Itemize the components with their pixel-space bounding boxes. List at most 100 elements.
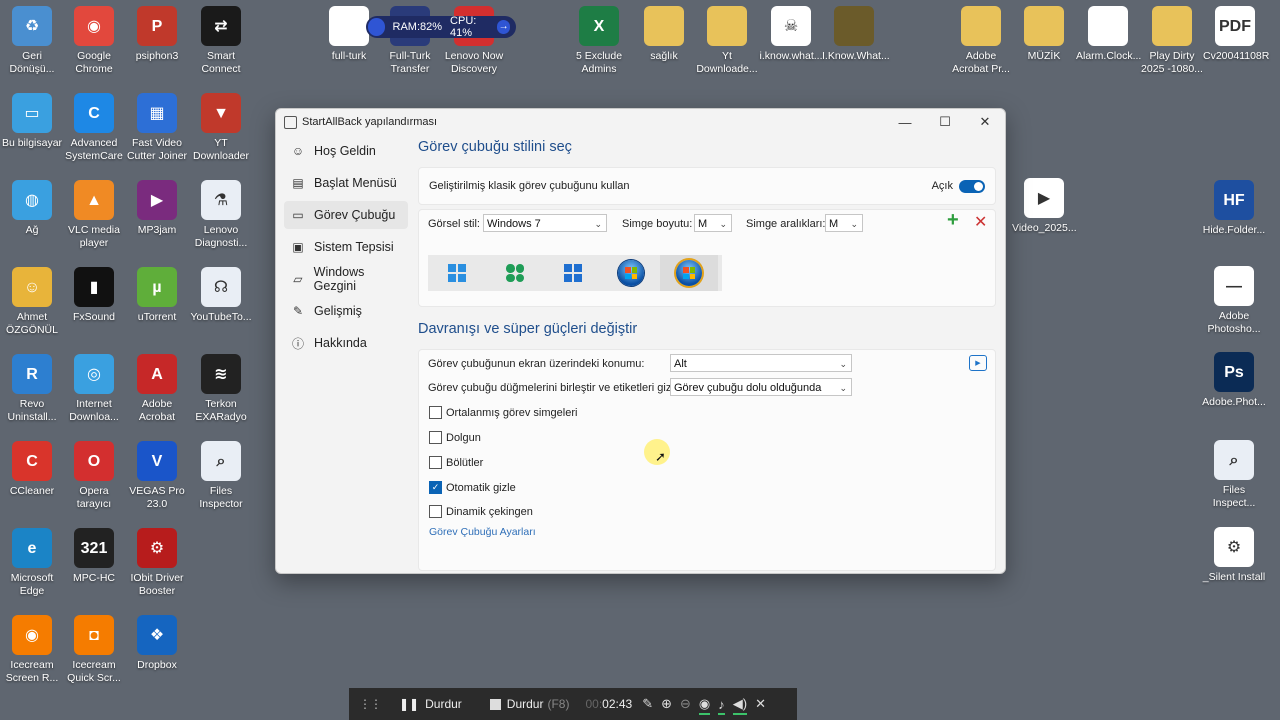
- desktop-icon[interactable]: ▶ MP3jam: [125, 180, 189, 237]
- checkbox-row[interactable]: Dinamik çekingen: [429, 505, 533, 518]
- sidebar-item-info[interactable]: ⓘ Hakkında: [284, 329, 408, 357]
- stop-button[interactable]: Durdur (F8): [489, 697, 569, 711]
- desktop-icon[interactable]: ◍ Ağ: [0, 180, 64, 237]
- pause-button[interactable]: ❚❚ Durdur: [399, 697, 462, 711]
- desktop-icon[interactable]: — Adobe Photosho...: [1202, 266, 1266, 336]
- desktop-icon[interactable]: PDF Cv20041108R: [1203, 6, 1269, 63]
- checkbox-unchecked[interactable]: [429, 406, 442, 419]
- checkbox-checked[interactable]: ✓: [429, 481, 442, 494]
- desktop-icon[interactable]: Adobe Acrobat Pr...: [949, 6, 1013, 76]
- desktop-icon[interactable]: Yt Downloade...: [695, 6, 759, 76]
- checkbox-unchecked[interactable]: [429, 456, 442, 469]
- desktop-icon[interactable]: C Advanced SystemCare: [62, 93, 126, 163]
- checkbox-row[interactable]: Ortalanmış görev simgeleri: [429, 406, 577, 419]
- visual-style-select[interactable]: Windows 7 ⌄: [483, 214, 607, 232]
- section-title-style: Görev çubuğu stilini seç: [418, 139, 572, 155]
- checkbox-row[interactable]: Dolgun: [429, 431, 481, 444]
- position-select[interactable]: Alt ⌄: [670, 354, 852, 372]
- desktop-icon[interactable]: sağlık: [632, 6, 696, 63]
- desktop-icon[interactable]: O Opera tarayıcı: [62, 441, 126, 511]
- desktop-icon[interactable]: ☊ YouTubeTo...: [189, 267, 253, 324]
- taskbar-settings-link[interactable]: Görev Çubuğu Ayarları: [429, 526, 536, 538]
- desktop-icon[interactable]: ⚙ _Silent Install: [1202, 527, 1266, 584]
- sidebar-item-start-menu[interactable]: ▤ Başlat Menüsü: [284, 169, 408, 197]
- maximize-button[interactable]: ☐: [925, 109, 965, 135]
- sidebar-item-wrench[interactable]: ✎ Gelişmiş: [284, 297, 408, 325]
- desktop-icon[interactable]: ⌕ Files Inspect...: [1202, 440, 1266, 510]
- style-option-win7-orb[interactable]: [602, 255, 660, 291]
- desktop-icon[interactable]: ▶ Video_2025...: [1012, 178, 1077, 235]
- desktop-icon[interactable]: Alarm.Clock...: [1076, 6, 1141, 63]
- drag-handle-icon[interactable]: ⋮⋮: [359, 697, 382, 711]
- style-option-clover[interactable]: [486, 255, 544, 291]
- sidebar-item-smile[interactable]: ☺ Hoş Geldin: [284, 137, 408, 165]
- add-icon[interactable]: +: [947, 209, 959, 232]
- sidebar-item-tray[interactable]: ▣ Sistem Tepsisi: [284, 233, 408, 261]
- driver-booster-icon: ⚙: [137, 528, 177, 568]
- speaker-icon[interactable]: ◀): [732, 696, 748, 715]
- desktop-icon-label: Files Inspect...: [1212, 484, 1256, 509]
- zoom-out-icon[interactable]: ⊖: [680, 696, 691, 712]
- desktop-icon[interactable]: ⚙ IObit Driver Booster: [125, 528, 189, 598]
- desktop-icon[interactable]: HF Hide.Folder...: [1202, 180, 1266, 237]
- dropbox-icon: ❖: [137, 615, 177, 655]
- desktop-icon[interactable]: ◉ Google Chrome: [62, 6, 126, 76]
- desktop-icon[interactable]: Ps Adobe.Phot...: [1202, 352, 1266, 409]
- combine-select[interactable]: Görev çubuğu dolu olduğunda ⌄: [670, 378, 852, 396]
- video-tutorial-icon[interactable]: ▶: [969, 355, 987, 371]
- checkbox-row[interactable]: Bölütler: [429, 456, 483, 469]
- desktop-icon[interactable]: 321 MPC-HC: [62, 528, 126, 585]
- close-button[interactable]: ✕: [965, 109, 1005, 135]
- desktop-icon[interactable]: I.Know.What...: [822, 6, 890, 63]
- checkbox-unchecked[interactable]: [429, 431, 442, 444]
- style-option-win10[interactable]: [544, 255, 602, 291]
- desktop-icon[interactable]: ≋ Terkon EXARadyo: [189, 354, 253, 424]
- microphone-icon[interactable]: ♪: [718, 697, 725, 715]
- desktop-icon-label: CCleaner: [9, 485, 55, 497]
- desktop-icon[interactable]: ☺ Ahmet ÖZGÖNÜL: [0, 267, 64, 337]
- desktop-icon[interactable]: ♻ Geri Dönüşü...: [0, 6, 64, 76]
- desktop-icon[interactable]: R Revo Uninstall...: [0, 354, 64, 424]
- desktop-icon[interactable]: C CCleaner: [0, 441, 64, 498]
- desktop-icon[interactable]: ◉ Icecream Screen R...: [0, 615, 64, 685]
- style-option-win11[interactable]: [428, 255, 486, 291]
- desktop-icon[interactable]: ▲ VLC media player: [62, 180, 126, 250]
- title-bar[interactable]: StartAllBack yapılandırması — ☐ ✕: [276, 109, 1005, 135]
- desktop-icon[interactable]: ▦ Fast Video Cutter Joiner: [125, 93, 189, 163]
- desktop-icon[interactable]: Ppsiphon3: [125, 6, 189, 63]
- desktop-icon[interactable]: ◎ Internet Downloa...: [62, 354, 126, 424]
- close-recorder-icon[interactable]: ✕: [755, 696, 766, 712]
- desktop-icon[interactable]: A Adobe Acrobat: [125, 354, 189, 424]
- style-option-win7-orb-selected[interactable]: [660, 255, 718, 291]
- desktop-icon[interactable]: ❖ Dropbox: [125, 615, 189, 672]
- arrow-right-icon[interactable]: →: [497, 20, 510, 34]
- zoom-in-icon[interactable]: ⊕: [661, 696, 672, 712]
- desktop-icon[interactable]: Play Dirty 2025 -1080...: [1140, 6, 1204, 76]
- performance-monitor-widget[interactable]: RAM:82% CPU: 41% →: [366, 15, 516, 39]
- desktop-icon[interactable]: X 5 Exclude Admins: [567, 6, 631, 76]
- desktop-icon[interactable]: µ uTorrent: [125, 267, 189, 324]
- icon-spacing-select[interactable]: M ⌄: [825, 214, 863, 232]
- desktop-icon[interactable]: ▮ FxSound: [62, 267, 126, 324]
- webcam-icon[interactable]: ◉: [698, 696, 711, 715]
- classic-taskbar-toggle[interactable]: [959, 179, 985, 193]
- icon-size-select[interactable]: M ⌄: [694, 214, 732, 232]
- desktop-icon[interactable]: ▭ Bu bilgisayar: [0, 93, 64, 150]
- desktop-icon[interactable]: ▼ YT Downloader: [189, 93, 253, 163]
- checkbox-unchecked[interactable]: [429, 505, 442, 518]
- pen-icon[interactable]: ✎: [642, 696, 653, 712]
- info-icon: ⓘ: [291, 336, 304, 351]
- desktop-icon[interactable]: ⚗ Lenovo Diagnosti...: [189, 180, 253, 250]
- checkbox-row[interactable]: ✓ Otomatik gizle: [429, 481, 516, 494]
- desktop-icon[interactable]: ◘ Icecream Quick Scr...: [62, 615, 126, 685]
- remove-icon[interactable]: ✕: [974, 212, 987, 232]
- desktop-icon[interactable]: ⌕ Files Inspector: [189, 441, 253, 511]
- sidebar-item-folder[interactable]: ▱ Windows Gezgini: [284, 265, 408, 293]
- desktop-icon[interactable]: e Microsoft Edge: [0, 528, 64, 598]
- desktop-icon[interactable]: ⇄ Smart Connect: [189, 6, 253, 76]
- desktop-icon[interactable]: V VEGAS Pro 23.0: [125, 441, 189, 511]
- desktop-icon[interactable]: ☠ i.know.what...: [759, 6, 823, 63]
- desktop-icon[interactable]: MÜZİK: [1012, 6, 1076, 63]
- minimize-button[interactable]: —: [885, 109, 925, 135]
- sidebar-item-taskbar[interactable]: ▭ Görev Çubuğu: [284, 201, 408, 229]
